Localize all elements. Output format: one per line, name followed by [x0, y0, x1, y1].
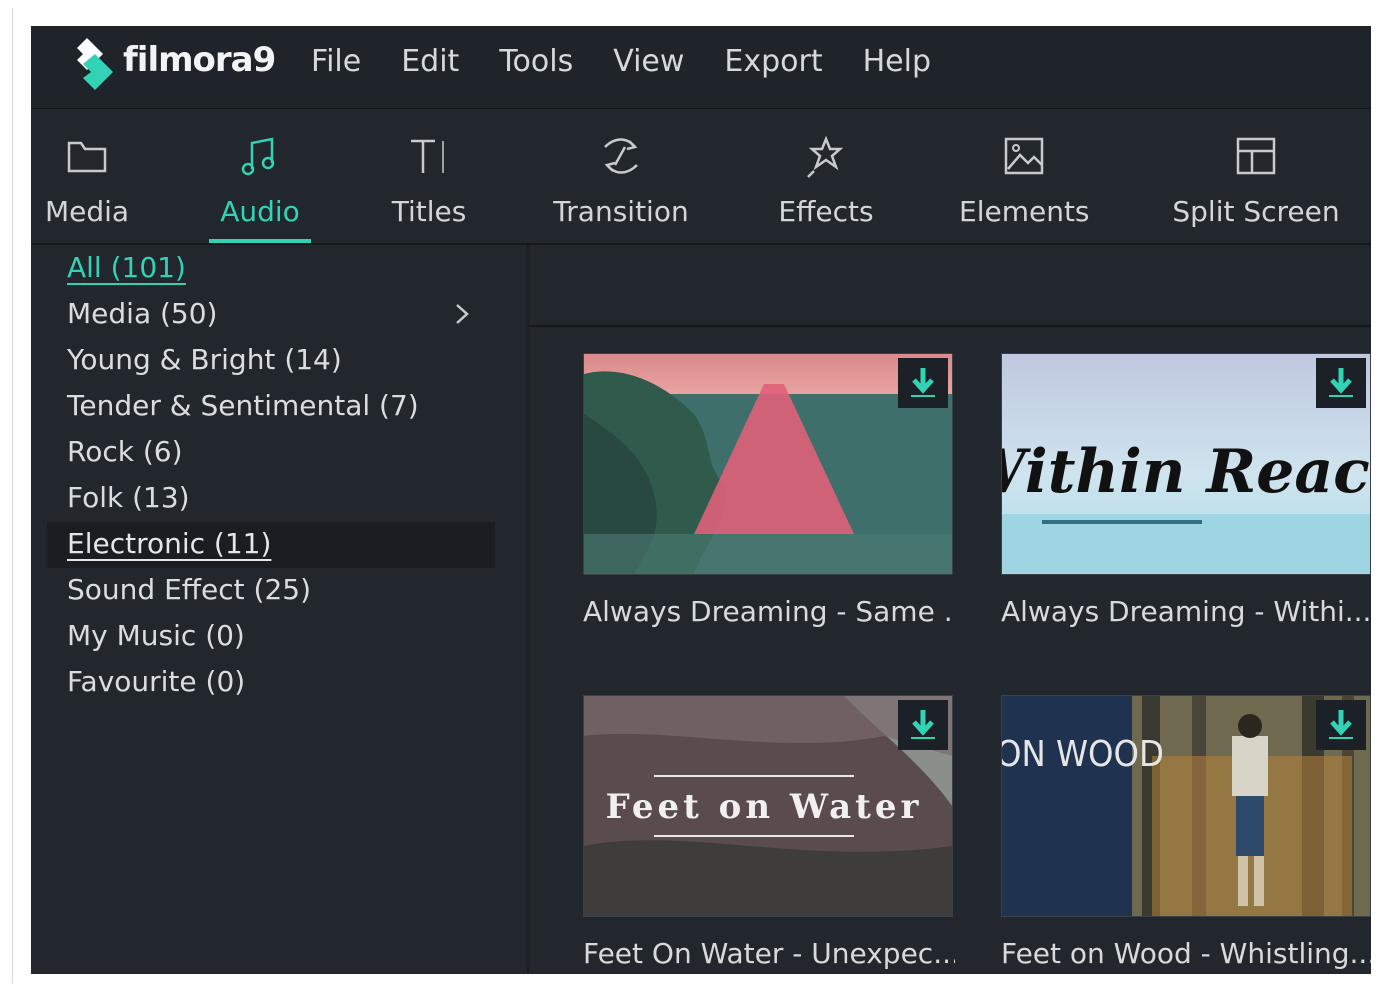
tab-transition[interactable]: Transition [551, 109, 691, 243]
download-button[interactable] [1316, 358, 1366, 408]
within-reach-thumbnail-image: Within Reach [1002, 354, 1370, 574]
screenshot-frame: filmora9 File Edit Tools View Export Hel… [0, 0, 1383, 987]
category-my-music[interactable]: My Music (0) [67, 619, 245, 652]
tab-transition-label: Transition [553, 195, 689, 228]
folder-icon [67, 141, 107, 173]
menu-tools[interactable]: Tools [499, 44, 573, 79]
category-rock[interactable]: Rock (6) [67, 435, 183, 468]
category-young-bright[interactable]: Young & Bright (14) [67, 343, 342, 376]
track-thumbnail[interactable]: Within Reach [1001, 353, 1371, 575]
feet-on-wood-thumbnail-image: ON WOOD [1002, 696, 1370, 916]
tab-effects-label: Effects [778, 195, 874, 228]
category-electronic[interactable]: Electronic (11) [67, 527, 271, 560]
category-media[interactable]: Media (50) [67, 297, 217, 330]
tab-media-label: Media [44, 195, 130, 228]
tab-media[interactable]: Media [39, 109, 135, 243]
category-sidebar: All (101) Media (50) Young & Bright (14)… [31, 245, 529, 974]
thumbnail-caption: Within Reach [1002, 437, 1370, 507]
track-title: Always Dreaming - Withi... [1001, 595, 1371, 628]
track-title: Feet On Water - Unexpec... [583, 937, 955, 970]
tab-audio-label: Audio [220, 195, 300, 228]
category-folk[interactable]: Folk (13) [67, 481, 190, 514]
category-sound-effect[interactable]: Sound Effect (25) [67, 573, 311, 606]
tab-audio[interactable]: Audio [209, 109, 311, 243]
main-toolbar: Media Audio Titles Transition Effects El… [31, 109, 1371, 245]
image-icon [1004, 137, 1044, 175]
thumbnail-caption: ON WOOD [1002, 734, 1164, 775]
tab-effects[interactable]: Effects [771, 109, 881, 243]
download-icon [1329, 368, 1353, 397]
download-button[interactable] [898, 700, 948, 750]
menu-bar: filmora9 File Edit Tools View Export Hel… [31, 26, 1371, 109]
music-note-icon [241, 137, 275, 176]
tab-titles[interactable]: Titles [381, 109, 477, 243]
library-header [529, 245, 1371, 327]
menu-help[interactable]: Help [863, 44, 931, 79]
menu: File Edit Tools View Export Help [311, 44, 971, 79]
filmora-logo-icon [77, 38, 113, 90]
menu-edit[interactable]: Edit [401, 44, 459, 79]
tab-elements[interactable]: Elements [959, 109, 1090, 243]
download-icon [911, 368, 935, 397]
menu-view[interactable]: View [613, 44, 684, 79]
track-thumbnail[interactable]: Feet on Water [583, 695, 953, 917]
category-favourite[interactable]: Favourite (0) [67, 665, 245, 698]
filmora-window: filmora9 File Edit Tools View Export Hel… [31, 26, 1371, 974]
thumbnail-caption: Feet on Water [606, 787, 923, 827]
track-title: Feet on Wood - Whistling... [1001, 937, 1371, 970]
text-icon [411, 139, 444, 173]
category-all[interactable]: All (101) [67, 251, 186, 284]
app-brand: filmora9 [123, 40, 276, 80]
category-tender-sentimental[interactable]: Tender & Sentimental (7) [67, 389, 419, 422]
track-thumbnail[interactable]: ON WOOD [1001, 695, 1371, 917]
track-title: Always Dreaming - Same ... [583, 595, 955, 628]
download-button[interactable] [1316, 700, 1366, 750]
tab-split-screen[interactable]: Split Screen [1171, 109, 1341, 243]
chevron-right-icon[interactable] [451, 301, 473, 327]
menu-export[interactable]: Export [724, 44, 822, 79]
track-thumbnail[interactable] [583, 353, 953, 575]
tab-titles-label: Titles [391, 195, 467, 228]
tab-split-screen-label: Split Screen [1172, 195, 1340, 228]
audio-library: Always Dreaming - Same ... Within Reach [529, 245, 1371, 974]
download-button[interactable] [898, 358, 948, 408]
effects-star-icon [807, 135, 844, 178]
transition-icon [604, 138, 638, 174]
download-icon [911, 710, 935, 739]
coast-pink-thumbnail-image [584, 354, 952, 574]
menu-file[interactable]: File [311, 44, 361, 79]
download-icon [1329, 710, 1353, 739]
split-screen-icon [1236, 137, 1276, 175]
feet-on-water-thumbnail-image: Feet on Water [584, 696, 952, 916]
tab-elements-label: Elements [959, 195, 1090, 228]
